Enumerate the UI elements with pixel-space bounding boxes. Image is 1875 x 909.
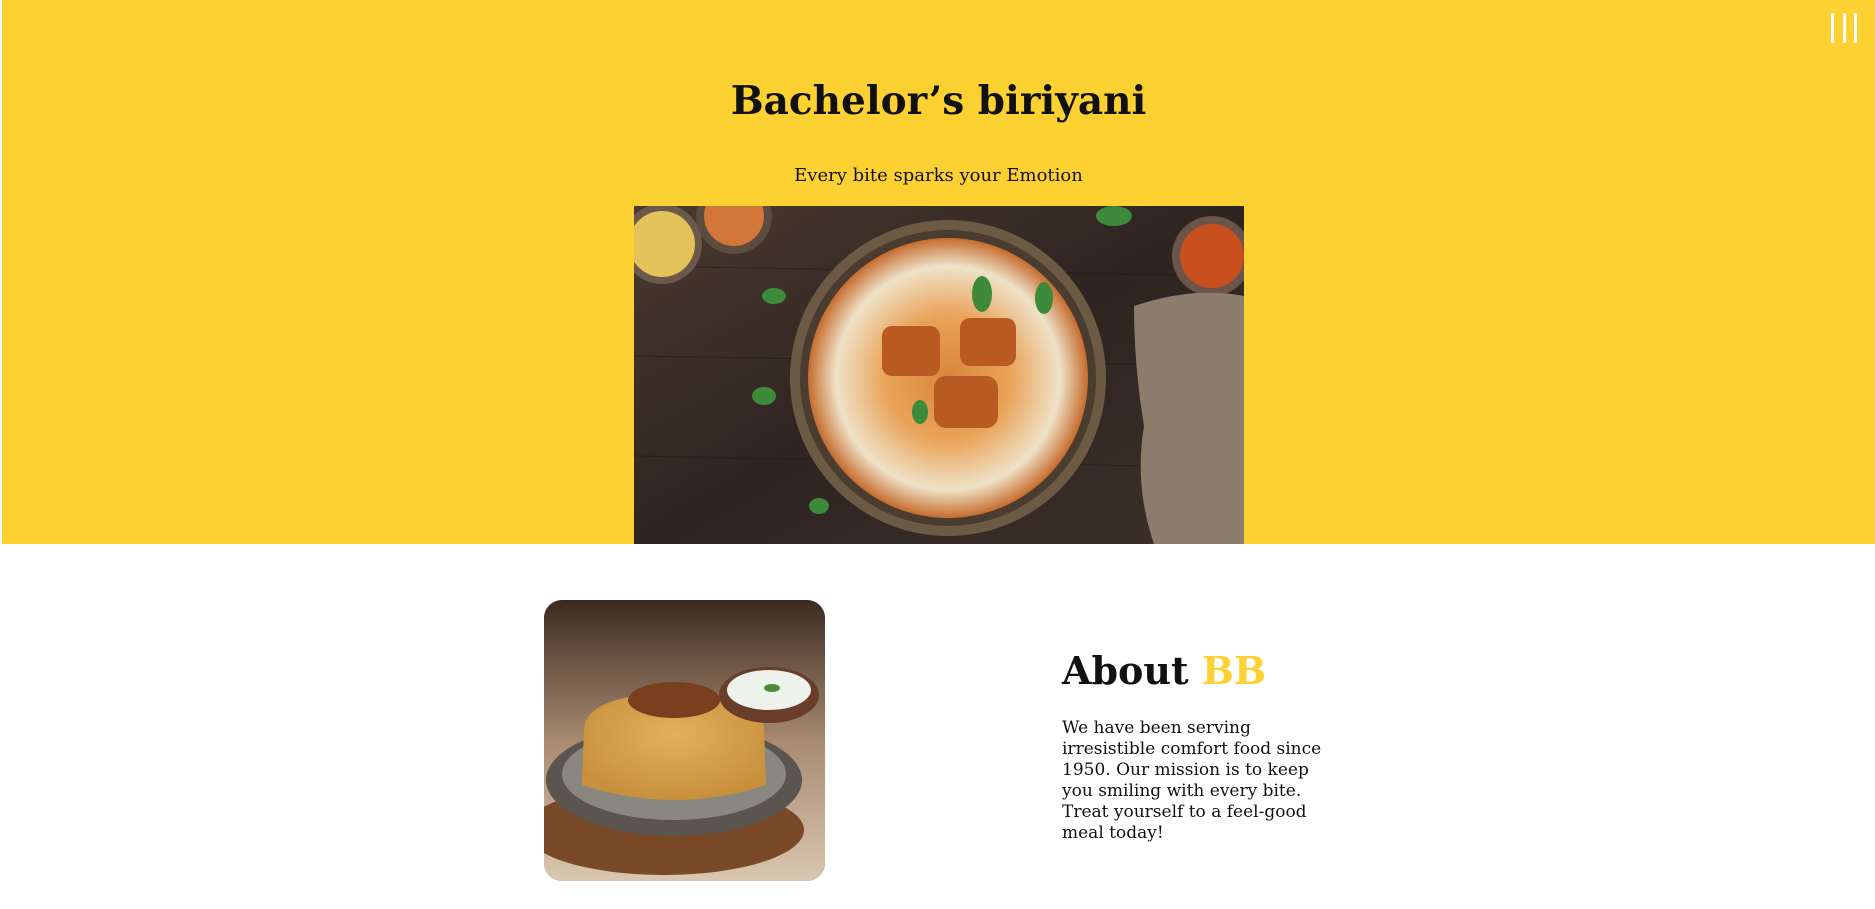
page-title: Bachelor’s biriyani — [730, 78, 1147, 124]
hero-biryani-illustration — [634, 206, 1244, 544]
hero-biryani-image — [634, 206, 1244, 544]
about-title-prefix: About — [1062, 648, 1189, 693]
about-title: About BB — [1062, 648, 1266, 693]
hero-section: Bachelor’s biriyani Every bite sparks yo… — [2, 0, 1875, 544]
menu-bar-2 — [1842, 13, 1846, 43]
menu-bar-1 — [1831, 13, 1834, 43]
about-title-accent: BB — [1201, 648, 1267, 693]
about-biryani-image — [544, 600, 825, 881]
hamburger-menu-icon[interactable] — [1831, 13, 1857, 43]
tagline: Every bite sparks your Emotion — [794, 165, 1083, 186]
about-description: We have been serving irresistible comfor… — [1062, 718, 1322, 843]
menu-bar-3 — [1854, 13, 1857, 43]
about-biryani-illustration — [544, 600, 825, 881]
